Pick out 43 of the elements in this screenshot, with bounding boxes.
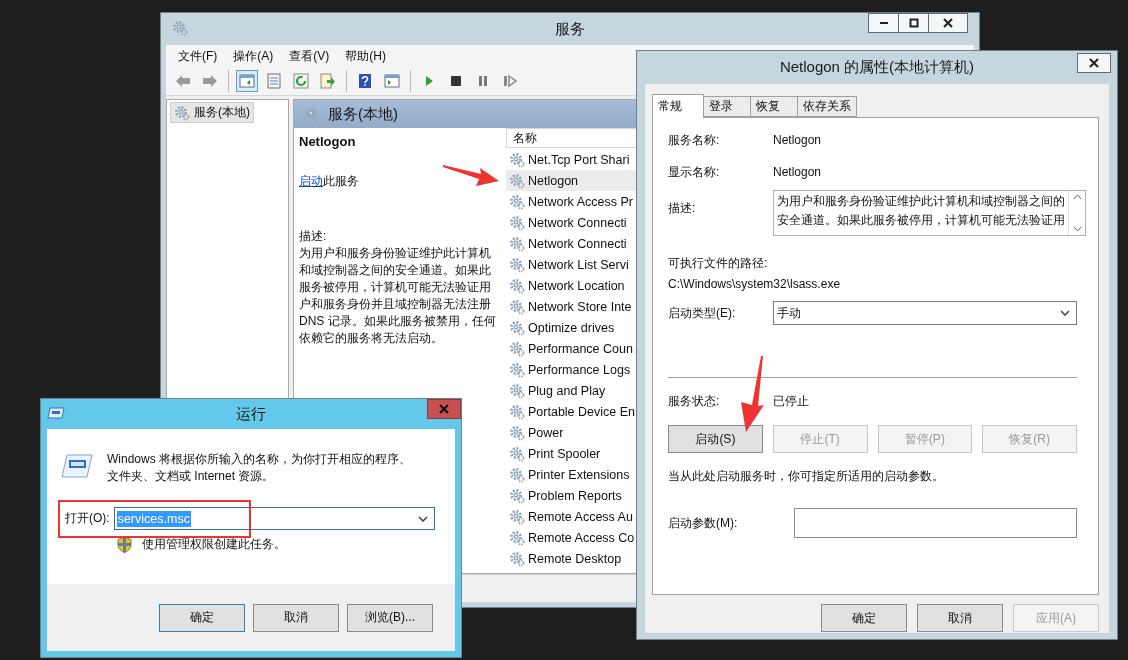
service-row-name: Net.Tcp Port Shari (528, 152, 630, 167)
field-label: 显示名称: (668, 163, 721, 181)
field-label: 启动参数(M): (668, 514, 739, 532)
field-value: Netlogon (773, 165, 822, 179)
pane-title: 服务(本地) (328, 104, 398, 124)
service-row-name: Portable Device En (528, 404, 635, 419)
service-row-name: Remote Access Au (528, 509, 633, 524)
service-row-name: Problem Reports (528, 488, 622, 503)
field-label: 启动类型(E): (668, 304, 737, 322)
service-row-name: Performance Coun (528, 341, 633, 356)
service-row-name: Optimize drives (528, 320, 615, 335)
status-value: 已停止 (773, 392, 809, 410)
service-row-name: Remote Access Co (528, 530, 635, 545)
admin-note: 使用管理权限创建此任务。 (142, 536, 286, 553)
service-row-name: Power (528, 425, 564, 440)
service-row-name: Printer Extensions (528, 467, 630, 482)
run-message: Windows 将根据你所输入的名称，为你打开相应的程序、文件夹、文档或 Internet 资源。 (107, 451, 412, 485)
description-label: 描述: (299, 228, 328, 245)
dialog-title: Netlogon 的属性(本地计算机) (779, 58, 975, 77)
service-row-name: Network Connecti (528, 215, 627, 230)
field-label: 可执行文件的路径: (668, 254, 768, 272)
hint-text: 当从此处启动服务时，你可指定所适用的启动参数。 (668, 467, 944, 485)
service-row-name: Network Access Pr (528, 194, 633, 209)
open-label: 打开(O): (65, 510, 110, 527)
service-row-name: Network Location (528, 278, 625, 293)
service-row-name: Network List Servi (528, 257, 629, 272)
service-row-name: Network Connecti (528, 236, 627, 251)
service-row-name: Netlogon (528, 173, 579, 188)
path-value: C:\Windows\system32\lsass.exe (668, 277, 841, 291)
service-row-name: Performance Logs (528, 362, 631, 377)
window-title: 服务 (555, 19, 585, 39)
description-text: 为用户和服务身份验证维护此计算机和域控制器之间的安全通道。如果此服务被停用，计算机可能无法验证用户和服务身份并且域控制器无法注册 DNS 记录。如果此服务被禁用，任何依赖它的服务将无法启动。 (299, 245, 497, 347)
service-row-name: Print Spooler (528, 446, 601, 461)
field-label: 描述: (668, 200, 697, 217)
service-name: Netlogon (299, 134, 357, 149)
service-row-name: Plug and Play (528, 383, 606, 398)
field-value: Netlogon (773, 133, 822, 147)
start-service-text: 启动此服务 (299, 173, 359, 190)
service-row-name: Remote Desktop (528, 551, 622, 566)
field-label: 服务名称: (668, 131, 721, 149)
field-label: 服务状态: (668, 392, 721, 410)
service-row-name: Network Store Inte (528, 299, 632, 314)
dialog-title: 运行 (236, 404, 266, 424)
